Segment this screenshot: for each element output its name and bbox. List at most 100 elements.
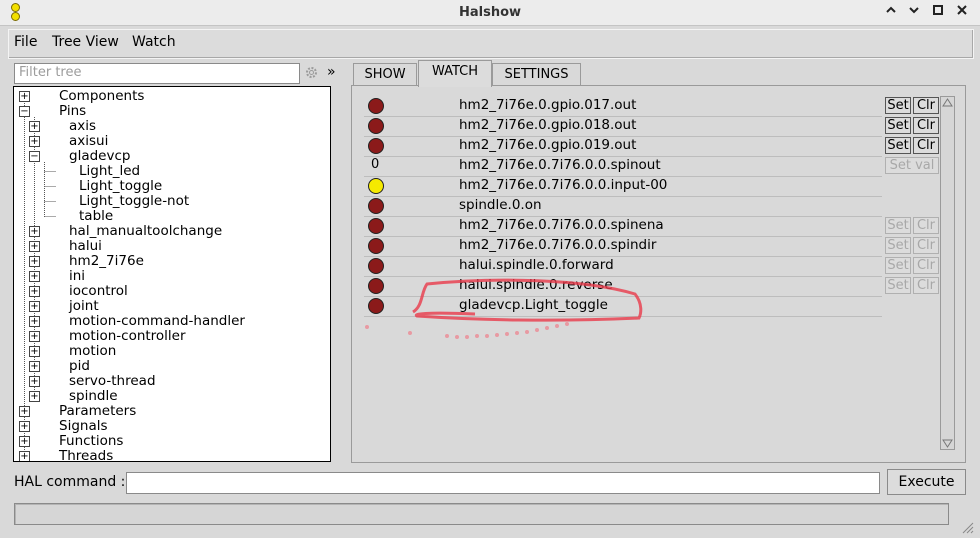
expand-icon[interactable]: + (29, 301, 40, 312)
expand-icon[interactable]: + (29, 346, 40, 357)
expand-icon[interactable]: + (29, 256, 40, 267)
tree-item[interactable]: + motion-command-handler (14, 314, 330, 329)
tree-item[interactable]: Light_toggle-not (14, 194, 330, 209)
clr-button[interactable]: Clr (913, 217, 939, 234)
tree-item[interactable]: + Functions (14, 434, 330, 449)
tree-item[interactable]: + motion (14, 344, 330, 359)
window-title: Halshow (458, 5, 522, 20)
tree-item[interactable]: − gladevcp (14, 149, 330, 164)
tree-item[interactable]: Light_toggle (14, 179, 330, 194)
collapse-icon[interactable]: − (19, 106, 30, 117)
clr-button[interactable]: Clr (913, 117, 939, 134)
tree-item-label: Light_toggle (79, 178, 163, 194)
tree-item[interactable]: + pid (14, 359, 330, 374)
tree-item-label: Functions (59, 433, 124, 449)
watch-scrollbar[interactable] (940, 96, 955, 450)
led-indicator-icon (368, 178, 384, 194)
set-button[interactable]: Set (885, 137, 911, 154)
close-icon (957, 5, 967, 15)
tree-item[interactable]: + axis (14, 119, 330, 134)
tree-item[interactable]: + hal_manualtoolchange (14, 224, 330, 239)
expand-icon[interactable]: + (29, 361, 40, 372)
menu-tree-view[interactable]: Tree View (52, 34, 119, 50)
expand-icon[interactable]: + (19, 451, 30, 461)
tree-item[interactable]: + servo-thread (14, 374, 330, 389)
set-button[interactable]: Set (885, 237, 911, 254)
tree-item-label: iocontrol (69, 283, 128, 299)
expand-icon[interactable]: + (19, 421, 30, 432)
tree-scrollbar[interactable] (330, 87, 331, 461)
set-button[interactable]: Set (885, 217, 911, 234)
expand-icon[interactable]: + (29, 121, 40, 132)
clr-button[interactable]: Clr (913, 277, 939, 294)
tree-item[interactable]: Light_led (14, 164, 330, 179)
watch-row: 0 hm2_7i76e.0.7i76.0.0.spinout Set val (364, 156, 939, 177)
tree-item[interactable]: + iocontrol (14, 284, 330, 299)
expand-icon[interactable]: + (29, 316, 40, 327)
hal-command-input[interactable] (127, 473, 875, 491)
tab-watch[interactable]: WATCH (418, 60, 492, 87)
collapse-panel-button[interactable]: » (327, 64, 336, 80)
resize-grip-icon[interactable] (960, 520, 974, 534)
maximize-button[interactable] (930, 4, 946, 20)
led-indicator-icon (368, 218, 384, 234)
expand-icon[interactable]: + (19, 91, 30, 102)
tree-item-label: Pins (59, 103, 87, 119)
hal-tree: + Components − Pins + axis + axisui − gladevcp Lig… (13, 86, 331, 462)
tab-show[interactable]: SHOW (353, 63, 417, 86)
expand-icon[interactable]: + (29, 286, 40, 297)
set-val-button[interactable]: Set val (885, 157, 939, 174)
collapse-icon[interactable]: − (29, 151, 40, 162)
annotation-scribble (365, 278, 643, 339)
watch-row: spindle.0.on (364, 196, 882, 217)
tree-item[interactable]: + Signals (14, 419, 330, 434)
tree-item[interactable]: + Parameters (14, 404, 330, 419)
gear-icon[interactable] (304, 65, 319, 84)
expand-icon[interactable]: + (29, 331, 40, 342)
tree-item-label: Signals (59, 418, 108, 434)
clr-button[interactable]: Clr (913, 97, 939, 114)
tree-item[interactable]: table (14, 209, 330, 224)
tree-item[interactable]: + Components (14, 89, 330, 104)
watch-pin-name: hm2_7i76e.0.gpio.018.out (459, 117, 637, 133)
close-button[interactable] (954, 4, 970, 20)
set-button[interactable]: Set (885, 97, 911, 114)
expand-icon[interactable]: + (19, 436, 30, 447)
menu-file[interactable]: File (14, 34, 37, 50)
watch-pin-name: hm2_7i76e.0.gpio.017.out (459, 97, 637, 113)
execute-button[interactable]: Execute (887, 469, 966, 495)
clr-button[interactable]: Clr (913, 137, 939, 154)
clr-button[interactable]: Clr (913, 237, 939, 254)
status-bar (14, 503, 949, 525)
tree-item[interactable]: + spindle (14, 389, 330, 404)
tree-item-label: ini (69, 268, 86, 284)
expand-icon[interactable]: + (29, 376, 40, 387)
expand-icon[interactable]: + (29, 226, 40, 237)
set-button[interactable]: Set (885, 277, 911, 294)
menu-watch[interactable]: Watch (132, 34, 176, 50)
shade-button[interactable] (883, 4, 899, 20)
tree-item-label: motion-controller (69, 328, 186, 344)
tree-item[interactable]: + joint (14, 299, 330, 314)
tab-settings[interactable]: SETTINGS (492, 63, 581, 86)
tree-item-label: Parameters (59, 403, 137, 419)
tree-item[interactable]: − Pins (14, 104, 330, 119)
expand-icon[interactable]: + (29, 271, 40, 282)
minimize-button[interactable] (906, 4, 922, 20)
set-button[interactable]: Set (885, 257, 911, 274)
led-indicator-icon (368, 198, 384, 214)
tree-item[interactable]: + motion-controller (14, 329, 330, 344)
expand-icon[interactable]: + (29, 136, 40, 147)
expand-icon[interactable]: + (29, 391, 40, 402)
filter-tree-input[interactable] (15, 64, 293, 81)
tree-item[interactable]: + halui (14, 239, 330, 254)
expand-icon[interactable]: + (29, 241, 40, 252)
clr-button[interactable]: Clr (913, 257, 939, 274)
expand-icon[interactable]: + (19, 406, 30, 417)
tree-item[interactable]: + hm2_7i76e (14, 254, 330, 269)
tree-item[interactable]: + ini (14, 269, 330, 284)
watch-pin-name: hm2_7i76e.0.7i76.0.0.spinena (459, 217, 664, 233)
tree-item[interactable]: + Threads (14, 449, 330, 461)
set-button[interactable]: Set (885, 117, 911, 134)
tree-item[interactable]: + axisui (14, 134, 330, 149)
